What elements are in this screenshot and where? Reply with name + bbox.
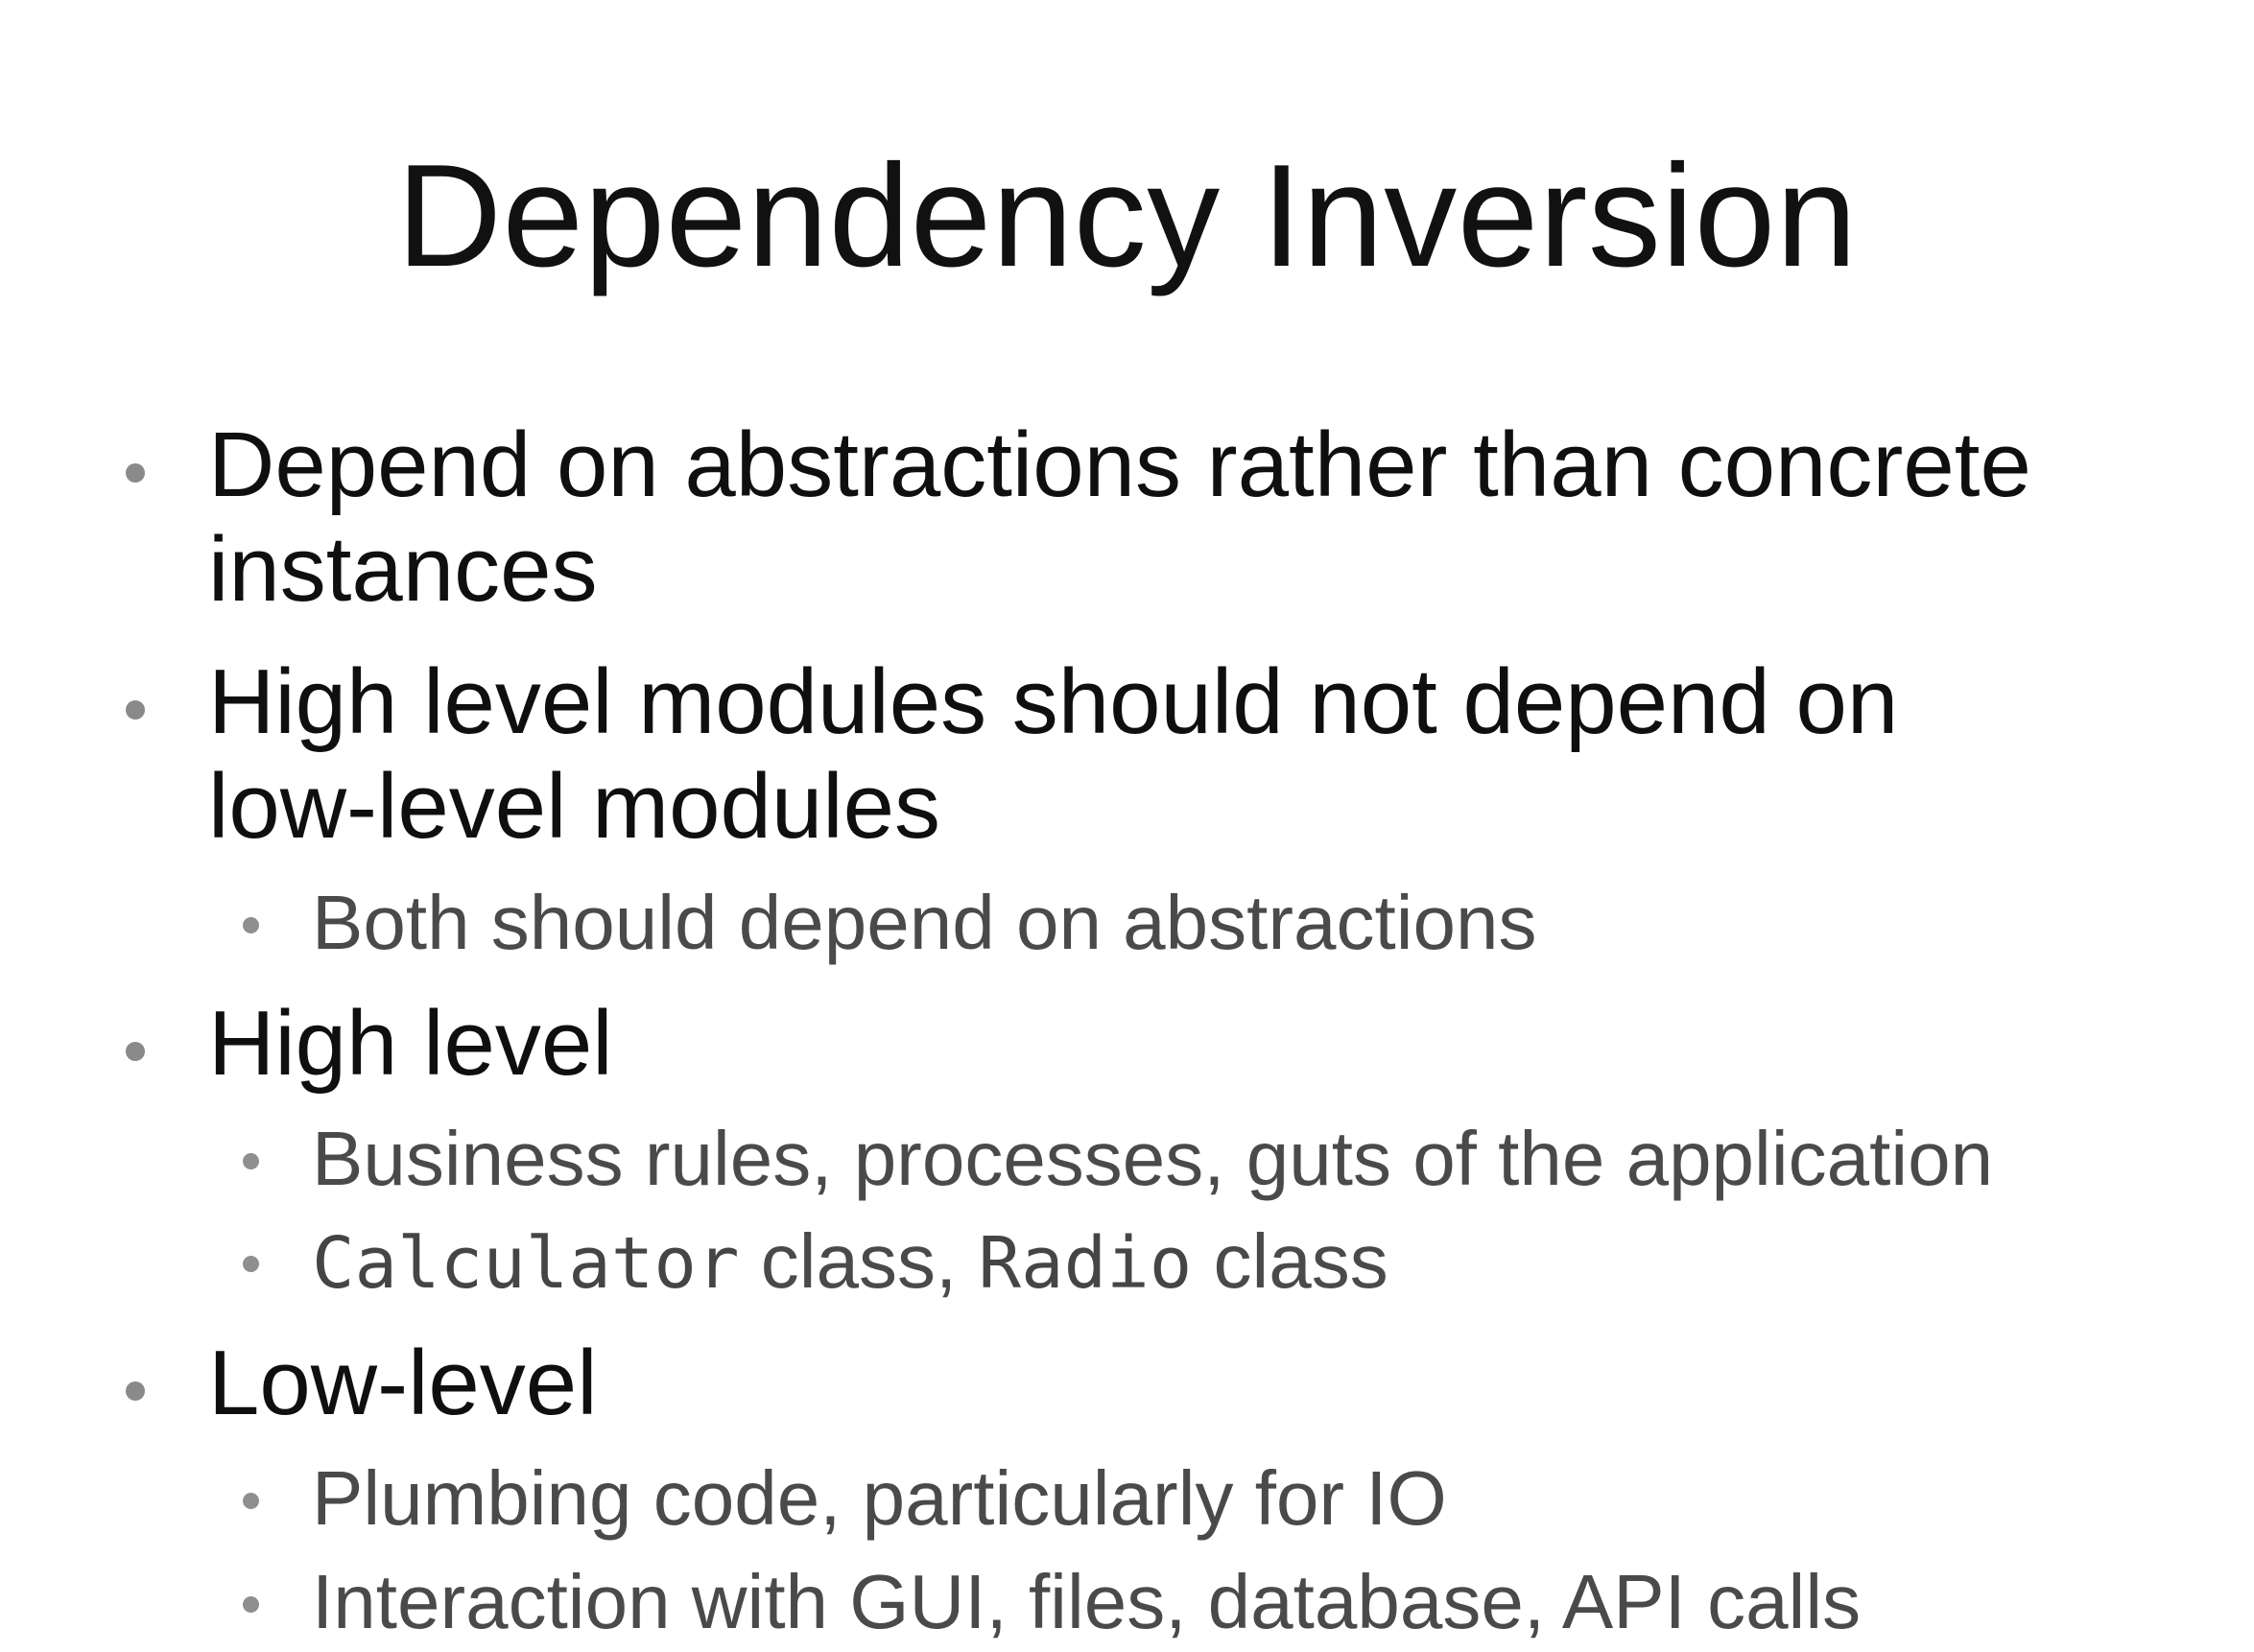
bullet-text: Depend on abstractions rather than concr… <box>208 413 2233 622</box>
code-radio: Radio <box>978 1222 1193 1305</box>
sub-bullet-text: Both should depend on abstractions <box>312 880 1537 965</box>
bullet-text-line: Low-level <box>208 1332 598 1434</box>
bullet-dot-icon <box>126 463 145 483</box>
sub-bullet-text: Business rules, processes, guts of the a… <box>312 1116 1994 1201</box>
bullet-text: High level modules should not depend on … <box>208 649 2233 859</box>
bullet-text-line: High level <box>208 992 613 1095</box>
bullet-dot-icon <box>126 1042 145 1061</box>
bullet-list: Depend on abstractions rather than concr… <box>0 0 2254 1652</box>
bullet-dot-icon <box>243 917 259 933</box>
sub-bullet-text-part: class <box>1192 1218 1388 1304</box>
slide: Dependency Inversion Depend on abstracti… <box>0 0 2254 1652</box>
bullet-text: High level <box>208 991 2233 1096</box>
sub-bullet-text: Calculator class, Radio class <box>312 1214 2231 1311</box>
sub-bullet-text-part: class, <box>739 1218 979 1304</box>
bullet-dot-icon <box>126 1381 145 1401</box>
bullet-dot-icon <box>126 700 145 720</box>
bullet-dot-icon <box>243 1256 259 1272</box>
bullet-dot-icon <box>243 1153 259 1169</box>
bullet-text-line: instances <box>208 518 598 621</box>
sub-bullet-text: Interaction with GUI, files, database, A… <box>312 1559 1862 1644</box>
bullet-text-line: High level modules should not depend on <box>208 650 1899 753</box>
bullet-dot-icon <box>243 1493 259 1509</box>
code-calculator: Calculator <box>312 1222 740 1305</box>
bullet-dot-icon <box>243 1596 259 1613</box>
bullet-text: Low-level <box>208 1331 2233 1435</box>
bullet-text-line: Depend on abstractions rather than concr… <box>208 413 2031 516</box>
bullet-text-line: low-level modules <box>208 755 940 858</box>
sub-bullet-text: Plumbing code, particularly for IO <box>312 1455 1447 1541</box>
